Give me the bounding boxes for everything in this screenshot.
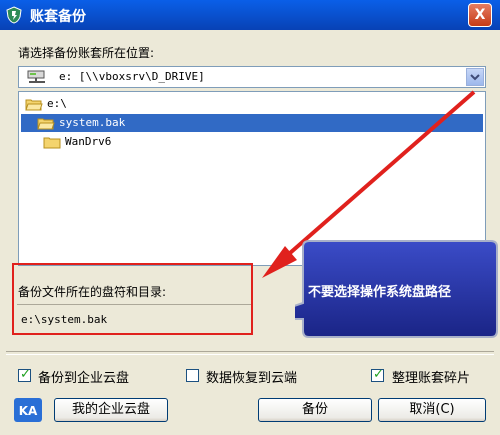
defragment-checkbox[interactable]: ✓ xyxy=(371,367,384,382)
cancel-button[interactable]: 取消(C) xyxy=(378,398,486,422)
restore-to-cloud-checkbox[interactable] xyxy=(186,369,199,382)
logo-text: KA xyxy=(19,404,38,418)
backup-button[interactable]: 备份 xyxy=(258,398,372,422)
defragment-label: 整理账套碎片 xyxy=(392,371,471,386)
my-cloud-button[interactable]: 我的企业云盘 xyxy=(54,398,168,422)
annotation-text: 不要选择操作系统盘路径 xyxy=(308,285,452,300)
backup-to-cloud-checkbox[interactable]: ✓ xyxy=(18,367,31,382)
backup-dialog: 账套备份 X 请选择备份账套所在位置: e: [\\vboxsrv\D_DRIV… xyxy=(0,0,500,435)
separator xyxy=(6,351,494,355)
backup-to-cloud-label: 备份到企业云盘 xyxy=(38,371,130,386)
restore-to-cloud-label: 数据恢复到云端 xyxy=(206,371,298,386)
ka-logo: KA xyxy=(14,398,42,422)
